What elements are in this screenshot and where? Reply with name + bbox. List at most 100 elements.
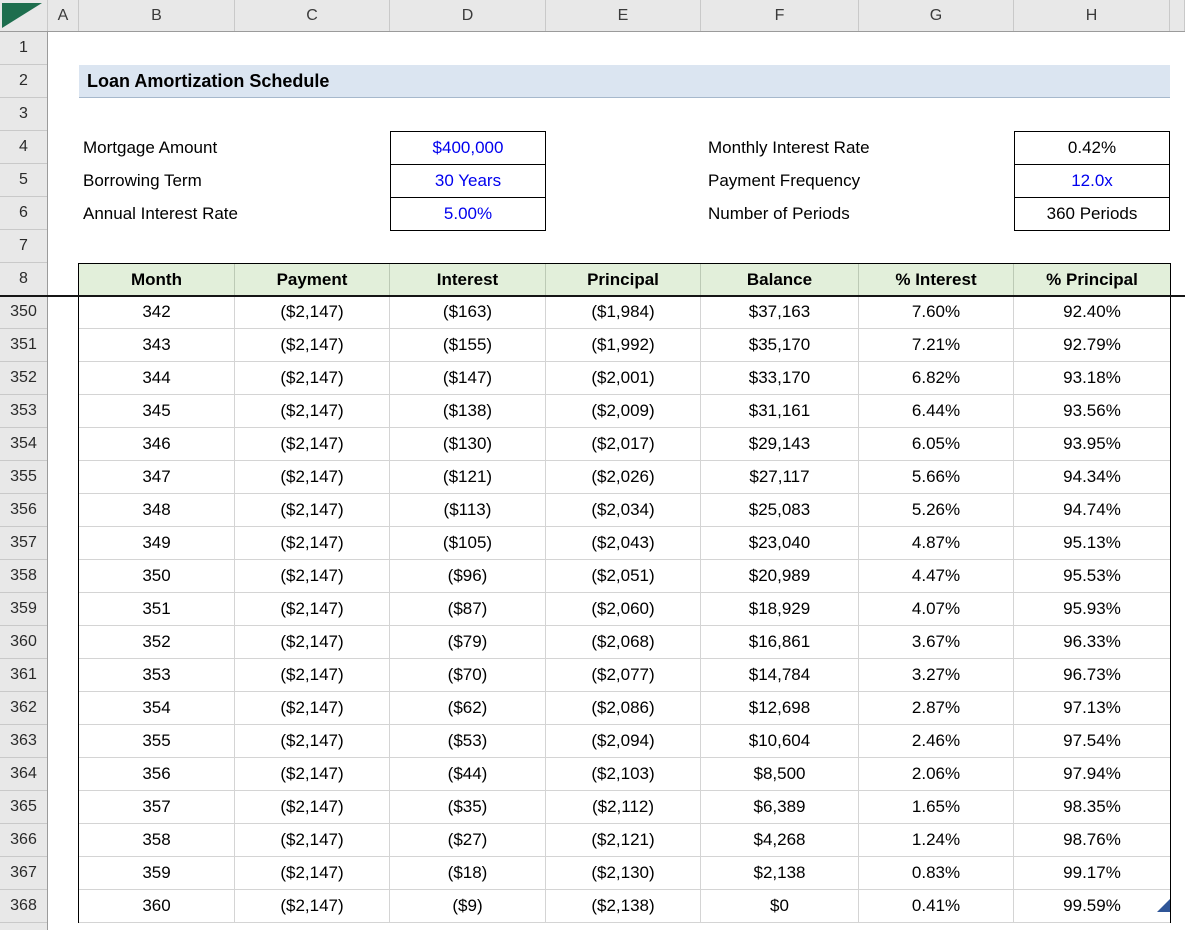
cell[interactable]: 4.07% (859, 593, 1014, 626)
cell[interactable]: 349 (79, 527, 235, 560)
cell[interactable]: 94.74% (1014, 494, 1170, 527)
table-header-payment[interactable]: Payment (235, 264, 390, 296)
row-header-359[interactable]: 359 (0, 593, 47, 626)
cell[interactable]: 97.94% (1014, 758, 1170, 791)
cell[interactable]: ($79) (390, 626, 546, 659)
cell[interactable]: 0.83% (859, 857, 1014, 890)
cell[interactable]: ($2,147) (235, 758, 390, 791)
cell[interactable]: ($2,103) (546, 758, 701, 791)
annual-interest-rate-value[interactable]: 5.00% (391, 198, 545, 230)
monthly-interest-rate-value[interactable]: 0.42% (1015, 132, 1169, 165)
row-header-355[interactable]: 355 (0, 461, 47, 494)
mortgage-amount-value[interactable]: $400,000 (391, 132, 545, 165)
cell[interactable]: ($2,147) (235, 857, 390, 890)
cell[interactable]: ($2,147) (235, 725, 390, 758)
cell[interactable]: 360 (79, 890, 235, 923)
cell[interactable]: 356 (79, 758, 235, 791)
cell[interactable]: ($2,147) (235, 659, 390, 692)
table-header-balance[interactable]: Balance (701, 264, 859, 296)
row-header-361[interactable]: 361 (0, 659, 47, 692)
row-header-367[interactable]: 367 (0, 857, 47, 890)
cell[interactable]: 98.76% (1014, 824, 1170, 857)
cell[interactable]: $14,784 (701, 659, 859, 692)
cell[interactable]: ($35) (390, 791, 546, 824)
cell[interactable]: ($2,068) (546, 626, 701, 659)
row-header-366[interactable]: 366 (0, 824, 47, 857)
cell[interactable]: 359 (79, 857, 235, 890)
cell[interactable]: 343 (79, 329, 235, 362)
row-header-358[interactable]: 358 (0, 560, 47, 593)
cell[interactable]: ($2,043) (546, 527, 701, 560)
cell[interactable]: $12,698 (701, 692, 859, 725)
cell[interactable]: ($2,147) (235, 461, 390, 494)
cell[interactable]: ($2,147) (235, 296, 390, 329)
row-header-360[interactable]: 360 (0, 626, 47, 659)
row-header-7[interactable]: 7 (0, 230, 47, 263)
cell[interactable]: ($44) (390, 758, 546, 791)
cell[interactable]: 5.26% (859, 494, 1014, 527)
row-header-2[interactable]: 2 (0, 65, 47, 98)
cell[interactable]: $37,163 (701, 296, 859, 329)
cell[interactable]: $10,604 (701, 725, 859, 758)
borrowing-term-value[interactable]: 30 Years (391, 165, 545, 198)
cell[interactable]: ($2,121) (546, 824, 701, 857)
row-header-363[interactable]: 363 (0, 725, 47, 758)
cell[interactable]: ($2,147) (235, 890, 390, 923)
payment-frequency-value[interactable]: 12.0x (1015, 165, 1169, 198)
cell[interactable]: 95.93% (1014, 593, 1170, 626)
cell[interactable]: $4,268 (701, 824, 859, 857)
label-mortgage-amount[interactable]: Mortgage Amount (83, 131, 217, 164)
cell[interactable]: 344 (79, 362, 235, 395)
cell[interactable]: $18,929 (701, 593, 859, 626)
column-header-e[interactable]: E (546, 0, 701, 31)
row-header-362[interactable]: 362 (0, 692, 47, 725)
cell[interactable]: ($53) (390, 725, 546, 758)
cell[interactable]: 358 (79, 824, 235, 857)
cell[interactable]: $23,040 (701, 527, 859, 560)
row-header-5[interactable]: 5 (0, 164, 47, 197)
cell[interactable]: $33,170 (701, 362, 859, 395)
row-header-6[interactable]: 6 (0, 197, 47, 230)
cell[interactable]: 1.65% (859, 791, 1014, 824)
cell[interactable]: 0.41% (859, 890, 1014, 923)
cell[interactable]: 97.54% (1014, 725, 1170, 758)
cell[interactable]: $20,989 (701, 560, 859, 593)
cell[interactable]: $27,117 (701, 461, 859, 494)
table-header-principal[interactable]: % Principal (1014, 264, 1170, 296)
cell[interactable]: ($155) (390, 329, 546, 362)
cell[interactable]: 99.17% (1014, 857, 1170, 890)
label-payment-frequency[interactable]: Payment Frequency (708, 164, 860, 197)
cell[interactable]: ($9) (390, 890, 546, 923)
cell[interactable]: 352 (79, 626, 235, 659)
cell[interactable]: ($130) (390, 428, 546, 461)
cell[interactable]: ($2,094) (546, 725, 701, 758)
cell[interactable]: ($113) (390, 494, 546, 527)
row-header-365[interactable]: 365 (0, 791, 47, 824)
cell[interactable]: ($2,147) (235, 428, 390, 461)
row-header-353[interactable]: 353 (0, 395, 47, 428)
cell[interactable]: 1.24% (859, 824, 1014, 857)
cell[interactable]: ($62) (390, 692, 546, 725)
column-header-h[interactable]: H (1014, 0, 1170, 31)
cell[interactable]: ($1,984) (546, 296, 701, 329)
cell[interactable]: $8,500 (701, 758, 859, 791)
row-header-352[interactable]: 352 (0, 362, 47, 395)
cell[interactable]: 348 (79, 494, 235, 527)
column-header-f[interactable]: F (701, 0, 859, 31)
cell[interactable]: ($2,130) (546, 857, 701, 890)
cell[interactable]: $2,138 (701, 857, 859, 890)
row-header-1[interactable]: 1 (0, 32, 47, 65)
cell[interactable]: 93.95% (1014, 428, 1170, 461)
cell[interactable]: $6,389 (701, 791, 859, 824)
column-header-g[interactable]: G (859, 0, 1014, 31)
cell[interactable]: ($2,138) (546, 890, 701, 923)
cell[interactable]: ($87) (390, 593, 546, 626)
cell[interactable]: 355 (79, 725, 235, 758)
cell[interactable]: 2.46% (859, 725, 1014, 758)
cell[interactable]: ($2,086) (546, 692, 701, 725)
cell[interactable]: 3.67% (859, 626, 1014, 659)
cell[interactable]: 4.87% (859, 527, 1014, 560)
cell[interactable]: ($138) (390, 395, 546, 428)
cell[interactable]: 357 (79, 791, 235, 824)
cell[interactable]: ($2,034) (546, 494, 701, 527)
